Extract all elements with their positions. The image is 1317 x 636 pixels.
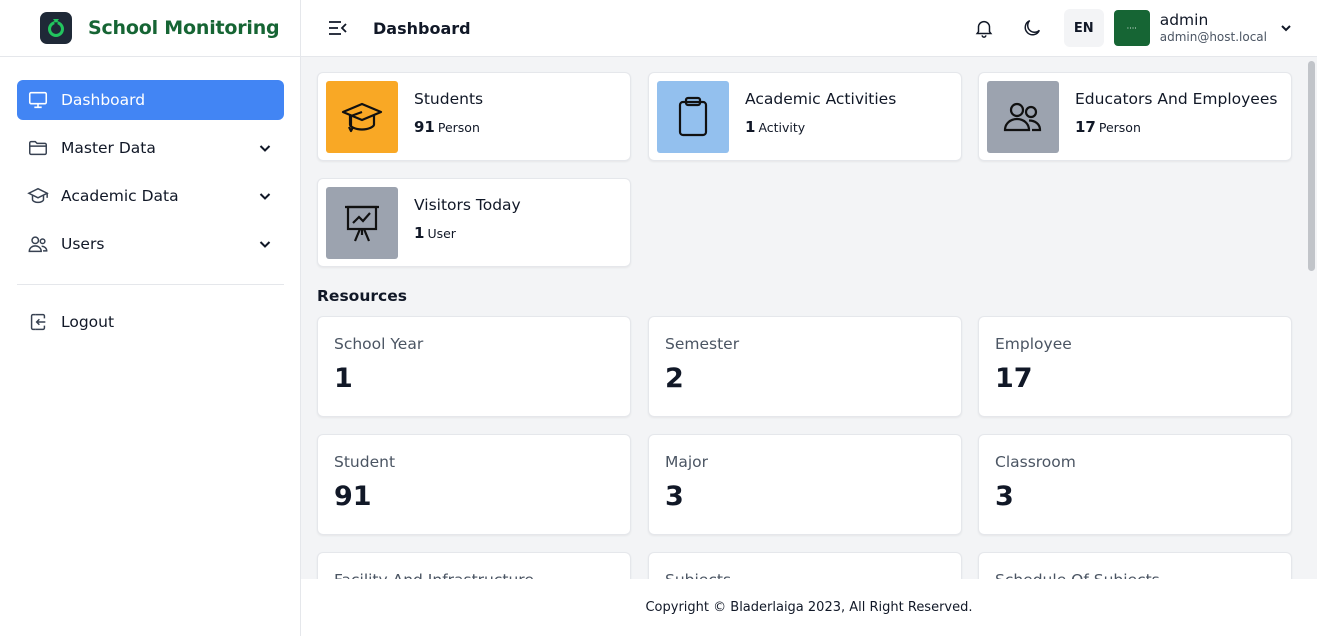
- resource-card-employee[interactable]: Employee 17: [978, 316, 1292, 417]
- stat-value: 1 User: [414, 223, 456, 242]
- sidebar-item-label: Users: [61, 235, 105, 253]
- resource-label: Subjects: [665, 571, 945, 579]
- resource-label: Schedule Of Subjects: [995, 571, 1275, 579]
- brand-title: School Monitoring: [88, 17, 280, 39]
- moon-icon[interactable]: [1016, 12, 1048, 44]
- logout-icon: [26, 310, 50, 334]
- sidebar-divider: [17, 284, 284, 285]
- chevron-down-icon: [256, 235, 274, 253]
- presentation-chart-icon: [326, 186, 398, 259]
- resource-value: 3: [665, 481, 684, 512]
- content-scrollbar[interactable]: [1305, 57, 1317, 579]
- stat-title: Academic Activities: [745, 89, 897, 108]
- resource-label: Facility And Infrastructure: [334, 571, 614, 579]
- stat-card-academic-activities[interactable]: Academic Activities 1 Activity: [648, 72, 962, 161]
- logout-label: Logout: [61, 313, 115, 331]
- graduation-cap-icon: [26, 184, 50, 208]
- stat-unit: Activity: [758, 119, 806, 135]
- stat-card-visitors-today[interactable]: Visitors Today 1 User: [317, 178, 631, 267]
- resource-card-student[interactable]: Student 91: [317, 434, 631, 535]
- graduation-cap-icon: [326, 80, 398, 153]
- resource-label: Employee: [995, 335, 1072, 353]
- resource-label: Classroom: [995, 453, 1076, 471]
- sidebar-item-label: Dashboard: [61, 91, 146, 109]
- stat-unit: User: [427, 225, 456, 241]
- sidebar-item-users[interactable]: Users: [17, 224, 284, 264]
- resource-label: Student: [334, 453, 396, 471]
- resource-label: Major: [665, 453, 709, 471]
- scrollbar-thumb[interactable]: [1308, 61, 1315, 271]
- sidebar-item-dashboard[interactable]: Dashboard: [17, 80, 284, 120]
- user-info[interactable]: admin admin@host.local: [1160, 11, 1267, 45]
- resource-card-major[interactable]: Major 3: [648, 434, 962, 535]
- user-name: admin: [1159, 11, 1209, 29]
- resource-card-facility-infrastructure[interactable]: Facility And Infrastructure: [317, 552, 631, 579]
- bell-icon[interactable]: [968, 12, 1000, 44]
- resource-value: 3: [995, 481, 1014, 512]
- resource-card-schedule-of-subjects[interactable]: Schedule Of Subjects: [978, 552, 1292, 579]
- stat-title: Students: [414, 89, 484, 108]
- stat-value: 1 Activity: [745, 117, 806, 136]
- sidebar-item-academic-data[interactable]: Academic Data: [17, 176, 284, 216]
- sidebar-nav: Dashboard Master Data Academic Data User…: [0, 57, 300, 342]
- sidebar-item-label: Academic Data: [61, 187, 179, 205]
- chevron-down-icon[interactable]: [1279, 21, 1293, 35]
- resource-card-subjects[interactable]: Subjects: [648, 552, 962, 579]
- stat-value: 91 Person: [414, 117, 480, 136]
- footer: Copyright © Bladerlaiga 2023, All Right …: [301, 579, 1317, 636]
- resource-card-semester[interactable]: Semester 2: [648, 316, 962, 417]
- resource-label: Semester: [665, 335, 740, 353]
- page-title: Dashboard: [373, 18, 471, 38]
- menu-toggle-icon[interactable]: [327, 17, 349, 39]
- stat-title: Educators And Employees: [1075, 89, 1278, 108]
- resource-value: 2: [665, 363, 684, 394]
- resource-label: School Year: [334, 335, 424, 353]
- app-logo-icon: [40, 12, 72, 44]
- sidebar: School Monitoring Dashboard Master Data …: [0, 0, 301, 636]
- stat-title: Visitors Today: [414, 195, 521, 214]
- monitor-icon: [26, 88, 50, 112]
- language-selector[interactable]: EN: [1063, 9, 1104, 47]
- stat-unit: Person: [1098, 119, 1141, 135]
- resource-value: 17: [995, 363, 1033, 394]
- chevron-down-icon: [256, 187, 274, 205]
- logout-button[interactable]: Logout: [17, 302, 284, 342]
- resource-card-classroom[interactable]: Classroom 3: [978, 434, 1292, 535]
- resource-card-school-year[interactable]: School Year 1: [317, 316, 631, 417]
- users-icon: [987, 80, 1059, 153]
- stat-value: 17 Person: [1075, 117, 1141, 136]
- main-content: Students 91 Person Academic Activities 1A…: [301, 57, 1317, 579]
- users-icon: [26, 232, 50, 256]
- sidebar-item-label: Master Data: [61, 139, 156, 157]
- chevron-down-icon: [256, 139, 274, 157]
- resources-heading: Resources: [317, 287, 407, 305]
- user-email: admin@host.local: [1159, 30, 1267, 44]
- copyright-text: Copyright © Bladerlaiga 2023, All Right …: [645, 600, 973, 615]
- resource-value: 1: [334, 363, 353, 394]
- folder-icon: [26, 136, 50, 160]
- clipboard-icon: [657, 80, 729, 153]
- stat-card-educators-employees[interactable]: Educators And Employees 17 Person: [978, 72, 1292, 161]
- stat-card-students[interactable]: Students 91 Person: [317, 72, 631, 161]
- sidebar-item-master-data[interactable]: Master Data: [17, 128, 284, 168]
- brand[interactable]: School Monitoring: [0, 0, 300, 57]
- resource-value: 91: [334, 481, 372, 512]
- top-header: Dashboard EN ···· admin admin@host.local: [301, 0, 1317, 57]
- stat-unit: Person: [437, 119, 480, 135]
- avatar[interactable]: ····: [1113, 10, 1150, 46]
